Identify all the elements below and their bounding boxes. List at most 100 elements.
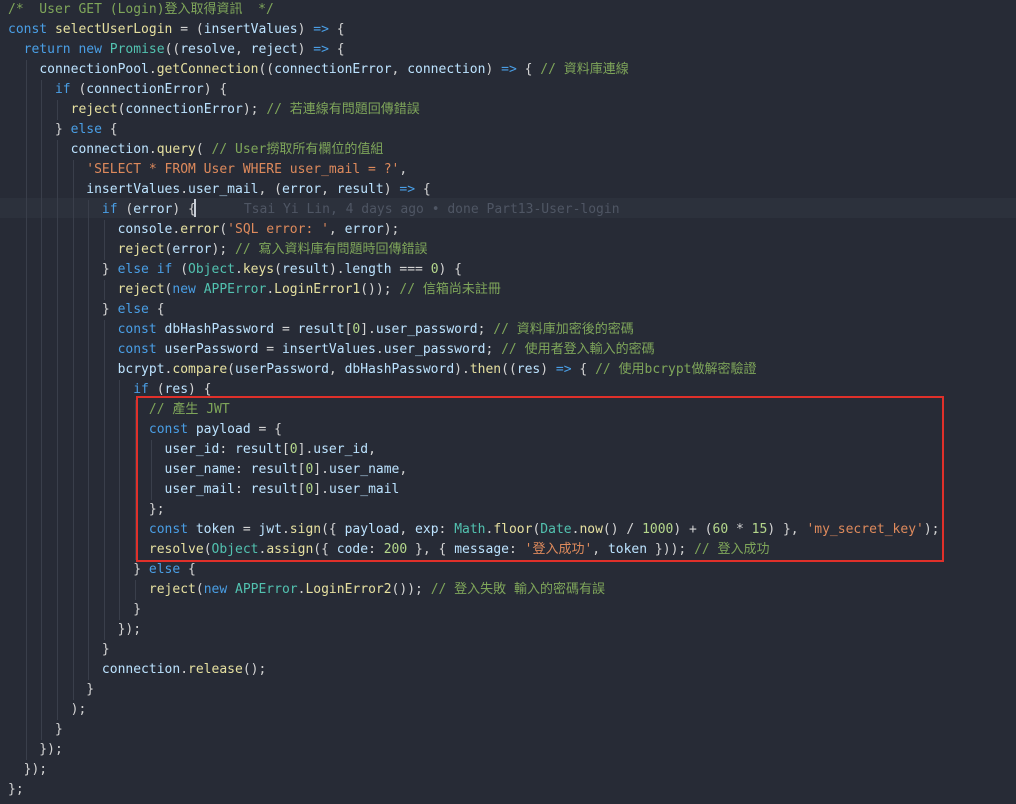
code-token: reject <box>117 242 165 257</box>
code-token: else <box>70 122 102 137</box>
code-token: ( <box>227 362 235 377</box>
code-token: ) { <box>438 262 463 277</box>
code-token: error <box>180 222 220 237</box>
code-token: // 使用者登入輸入的密碼 <box>501 342 655 357</box>
code-token: else <box>117 302 149 317</box>
git-blame-annotation: Tsai Yi Lin, 4 days ago • done Part13-Us… <box>243 202 620 217</box>
code-token: bcrypt <box>117 362 165 377</box>
code-line[interactable]: connectionPool.getConnection((connection… <box>8 60 628 80</box>
code-token: // 使用bcrypt做解密驗證 <box>595 362 757 377</box>
code-token: res <box>516 362 541 377</box>
code-token: new <box>203 582 228 597</box>
code-token: if <box>156 262 173 277</box>
code-line[interactable]: } else { <box>8 560 196 580</box>
code-token: = <box>172 22 196 37</box>
code-line[interactable]: reject(new APPError.LoginError2()); // 登… <box>8 580 605 600</box>
code-token: dbHashPassword <box>164 322 275 337</box>
code-token: , <box>391 62 408 77</box>
code-token: selectUserLogin <box>54 22 173 37</box>
code-line[interactable]: } <box>8 720 63 740</box>
code-token: return <box>23 42 71 57</box>
code-line[interactable]: } else if (Object.keys(result).length ==… <box>8 260 462 280</box>
code-token: , ( <box>258 182 282 197</box>
code-token: ) <box>383 182 400 197</box>
code-token: . <box>180 662 189 677</box>
code-token: ); <box>211 242 235 257</box>
code-token: else <box>148 562 181 577</box>
code-token: // 寫入資料庫有問題時回傳錯誤 <box>235 242 428 257</box>
code-token: ) <box>297 22 314 37</box>
code-line[interactable]: connection.query( // User撈取所有欄位的值組 <box>8 140 384 160</box>
code-line[interactable]: return new Promise((resolve, reject) => … <box>8 40 345 60</box>
code-line[interactable]: 'SELECT * FROM User WHERE user_mail = ?'… <box>8 160 407 180</box>
code-line[interactable]: ); <box>8 700 87 720</box>
code-token: ( <box>117 202 134 217</box>
code-token: reject <box>148 582 196 597</box>
code-line[interactable]: console.error('SQL error: ', error); <box>8 220 400 240</box>
code-line[interactable]: const selectUserLogin = (insertValues) =… <box>8 20 345 40</box>
code-line[interactable]: } <box>8 640 110 660</box>
code-token: }); <box>8 622 142 637</box>
code-token: const <box>117 322 157 337</box>
code-line[interactable]: if (connectionError) { <box>8 80 227 100</box>
code-line[interactable]: const dbHashPassword = result[0].user_pa… <box>8 320 634 340</box>
code-line[interactable]: }); <box>8 620 142 640</box>
code-token: user_password <box>375 322 478 337</box>
code-line[interactable]: bcrypt.compare(userPassword, dbHashPassw… <box>8 360 757 380</box>
code-token: LoginError1 <box>274 282 361 297</box>
code-editor[interactable]: /* User GET (Login)登入取得資訊 */ const select… <box>0 0 1016 804</box>
code-token: const <box>8 22 48 37</box>
code-token: , <box>328 362 345 377</box>
code-line[interactable]: }); <box>8 740 63 760</box>
code-token: . <box>266 282 275 297</box>
code-token: error <box>281 182 322 197</box>
code-token: reject <box>250 42 298 57</box>
code-token: // 登入失敗 輸入的密碼有誤 <box>430 582 605 597</box>
code-line[interactable]: }; <box>8 780 24 800</box>
code-line[interactable]: reject(connectionError); // 若連線有問題回傳錯誤 <box>8 100 420 120</box>
code-token: 0 <box>430 262 439 277</box>
code-line[interactable]: reject(new APPError.LoginError1()); // 信… <box>8 280 501 300</box>
code-token: = <box>258 342 282 357</box>
code-token: = <box>274 322 298 337</box>
code-line[interactable]: const userPassword = insertValues.user_p… <box>8 340 655 360</box>
code-token: ). <box>454 362 470 377</box>
code-token: /* User GET (Login)登入取得資訊 */ <box>8 2 274 17</box>
code-token: ( <box>172 262 189 277</box>
code-token: reject <box>117 282 165 297</box>
code-line[interactable]: } <box>8 680 94 700</box>
code-token: ( <box>274 262 282 277</box>
code-line[interactable]: /* User GET (Login)登入取得資訊 */ <box>8 0 274 20</box>
code-line[interactable]: } <box>8 600 141 620</box>
code-token: . <box>235 262 243 277</box>
code-line[interactable]: } else { <box>8 120 118 140</box>
code-token: ( <box>195 582 204 597</box>
code-token: 'SQL error: ' <box>227 222 329 237</box>
code-token: connectionError <box>274 62 392 77</box>
code-token: }; <box>8 782 24 797</box>
code-line[interactable]: connection.release(); <box>8 660 266 680</box>
code-token: => <box>313 22 329 37</box>
code-token: ; <box>477 322 494 337</box>
code-token: } <box>8 682 95 697</box>
code-line[interactable]: }); <box>8 760 48 780</box>
code-token: => <box>501 62 517 77</box>
code-token: new <box>172 282 196 297</box>
code-token: Object <box>188 262 235 277</box>
code-token: LoginError2 <box>305 582 392 597</box>
code-token: Promise <box>109 42 165 57</box>
code-line[interactable]: if (error) {Tsai Yi Lin, 4 days ago • do… <box>8 200 620 220</box>
code-line[interactable]: reject(error); // 寫入資料庫有問題時回傳錯誤 <box>8 240 428 260</box>
code-line[interactable]: } else { <box>8 300 165 320</box>
code-token: if <box>101 202 118 217</box>
code-token: release <box>188 662 243 677</box>
code-token: ); <box>8 702 87 717</box>
code-line[interactable]: insertValues.user_mail, (error, result) … <box>8 180 430 200</box>
